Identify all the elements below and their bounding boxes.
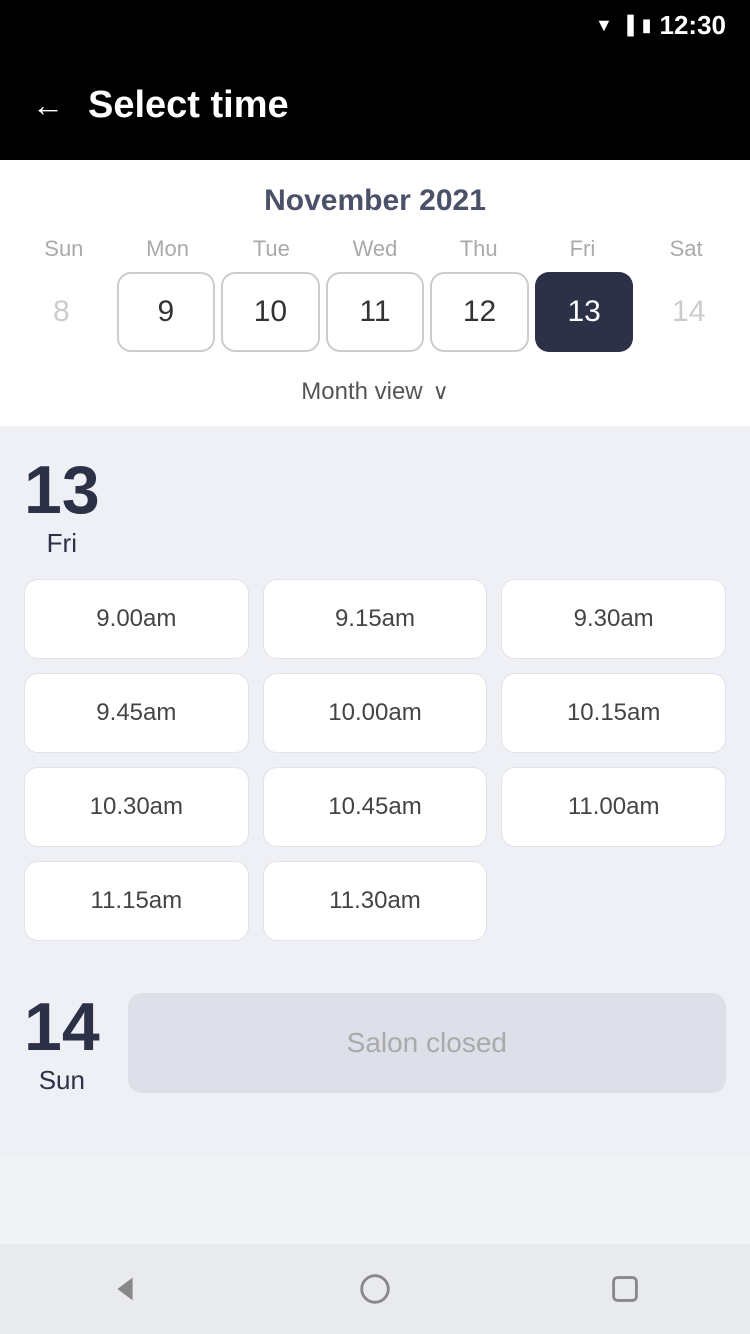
status-time: 12:30 xyxy=(660,10,727,41)
weekday-wed: Wed xyxy=(323,236,427,262)
day-14-section: 14 Sun Salon closed xyxy=(0,993,750,1156)
time-slot-945am[interactable]: 9.45am xyxy=(24,673,249,753)
time-slot-1015am[interactable]: 10.15am xyxy=(501,673,726,753)
weekday-mon: Mon xyxy=(116,236,220,262)
weekday-sat: Sat xyxy=(634,236,738,262)
date-9[interactable]: 9 xyxy=(117,272,216,352)
chevron-down-icon: ∨ xyxy=(433,379,449,405)
wifi-icon: ▼ xyxy=(595,15,613,36)
day-14-name: Sun xyxy=(39,1065,85,1096)
date-14[interactable]: 14 xyxy=(639,272,738,352)
time-slot-1045am[interactable]: 10.45am xyxy=(263,767,488,847)
battery-icon: ▮ xyxy=(642,15,652,36)
date-12[interactable]: 12 xyxy=(430,272,529,352)
status-icons: ▼ ▐ ▮ 12:30 xyxy=(595,10,726,41)
time-slot-1000am[interactable]: 10.00am xyxy=(263,673,488,753)
back-button[interactable]: ← xyxy=(32,89,64,121)
month-label: November 2021 xyxy=(0,184,750,218)
date-10[interactable]: 10 xyxy=(221,272,320,352)
time-slot-930am[interactable]: 9.30am xyxy=(501,579,726,659)
day-13-name: Fri xyxy=(47,528,77,559)
weekday-fri: Fri xyxy=(531,236,635,262)
salon-closed-label: Salon closed xyxy=(347,1027,507,1059)
month-view-toggle[interactable]: Month view ∨ xyxy=(0,368,750,426)
salon-closed-banner: Salon closed xyxy=(128,993,726,1093)
nav-back-button[interactable] xyxy=(95,1259,155,1319)
bottom-nav xyxy=(0,1244,750,1334)
calendar-section: November 2021 Sun Mon Tue Wed Thu Fri Sa… xyxy=(0,160,750,426)
nav-recent-button[interactable] xyxy=(595,1259,655,1319)
header: ← Select time xyxy=(0,50,750,160)
dates-row: 8 9 10 11 12 13 14 xyxy=(0,272,750,352)
time-slot-1130am[interactable]: 11.30am xyxy=(263,861,488,941)
day-13-section: 13 Fri 9.00am 9.15am 9.30am 9.45am 10.00… xyxy=(0,426,750,961)
time-slot-1100am[interactable]: 11.00am xyxy=(501,767,726,847)
time-slots-grid: 9.00am 9.15am 9.30am 9.45am 10.00am 10.1… xyxy=(24,579,726,941)
day-13-header: 13 Fri xyxy=(24,456,726,559)
nav-home-button[interactable] xyxy=(345,1259,405,1319)
weekday-thu: Thu xyxy=(427,236,531,262)
date-11[interactable]: 11 xyxy=(326,272,425,352)
time-slot-915am[interactable]: 9.15am xyxy=(263,579,488,659)
day-14-number: 14 xyxy=(24,993,100,1061)
date-8[interactable]: 8 xyxy=(12,272,111,352)
day-13-number: 13 xyxy=(24,456,100,524)
time-slot-1115am[interactable]: 11.15am xyxy=(24,861,249,941)
weekday-sun: Sun xyxy=(12,236,116,262)
time-slot-900am[interactable]: 9.00am xyxy=(24,579,249,659)
date-13[interactable]: 13 xyxy=(535,272,634,352)
weekday-row: Sun Mon Tue Wed Thu Fri Sat xyxy=(0,236,750,262)
signal-icon: ▐ xyxy=(621,15,634,36)
time-slot-1030am[interactable]: 10.30am xyxy=(24,767,249,847)
month-view-label: Month view xyxy=(301,378,422,406)
day-14-col: 14 Sun xyxy=(24,993,100,1096)
status-bar: ▼ ▐ ▮ 12:30 xyxy=(0,0,750,50)
weekday-tue: Tue xyxy=(219,236,323,262)
page-title: Select time xyxy=(88,84,289,127)
day-14-header: 14 Sun Salon closed xyxy=(24,993,726,1096)
